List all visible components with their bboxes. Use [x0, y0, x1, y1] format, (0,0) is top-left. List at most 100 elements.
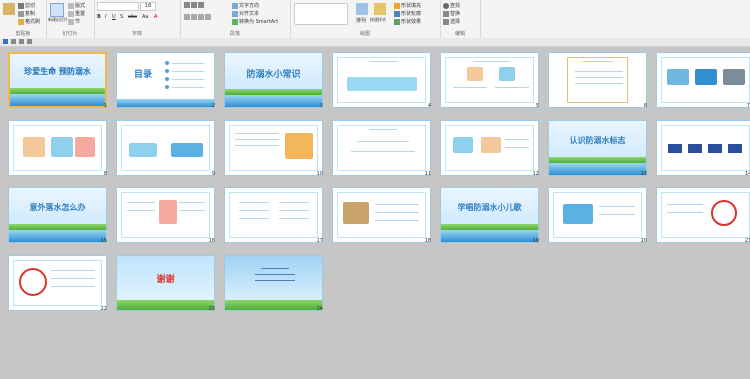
- slide-number: 4: [427, 103, 431, 109]
- slides-label: 幻灯片: [62, 31, 78, 37]
- sign-image: [695, 69, 717, 85]
- save-icon[interactable]: [3, 39, 8, 44]
- warning-sign-icon: [667, 143, 683, 154]
- slide-thumbnail-10[interactable]: [224, 120, 323, 176]
- replace-icon: [443, 10, 449, 17]
- drawing-group: 排列 快速样式 形状填充 形状轮廓 形状效果 绘图: [290, 0, 441, 38]
- shape-effects-button[interactable]: 形状效果: [394, 18, 421, 25]
- slide-thumbnail-4[interactable]: [332, 52, 431, 108]
- slide-thumbnail-18[interactable]: [332, 187, 431, 243]
- layout-icon: [68, 2, 74, 9]
- copy-button[interactable]: 复制: [18, 10, 35, 17]
- slide-thumbnail-14[interactable]: [656, 120, 750, 176]
- indent-icon: [198, 2, 204, 8]
- bold-button[interactable]: B: [97, 14, 101, 20]
- arrange-icon[interactable]: [356, 3, 368, 15]
- align-text-icon: [232, 10, 238, 17]
- slide-thumbnail-20[interactable]: [548, 187, 647, 243]
- arrange-button[interactable]: 排列: [356, 17, 366, 24]
- new-slide-button[interactable]: 新建幻灯片: [48, 17, 68, 23]
- select-button[interactable]: 选择: [443, 18, 460, 25]
- slide-number: 1: [103, 103, 107, 109]
- slide-thumbnail-23[interactable]: 谢谢: [116, 255, 215, 311]
- slide-thumbnail-17[interactable]: [224, 187, 323, 243]
- quick-access-toolbar: [0, 38, 750, 47]
- section-icon: [68, 18, 74, 25]
- shapes-gallery[interactable]: [294, 3, 348, 25]
- slide-number: 17: [316, 238, 323, 244]
- children-image: [51, 137, 73, 157]
- slide-thumbnail-3[interactable]: 防溺水小常识: [224, 52, 323, 108]
- slide-thumbnail-8[interactable]: [8, 120, 107, 176]
- slide-thumbnail-19[interactable]: 学唱防溺水小儿歌: [440, 187, 539, 243]
- underline-button[interactable]: U: [112, 14, 116, 20]
- slide-thumbnail-9[interactable]: [116, 120, 215, 176]
- text-direction-button[interactable]: 文字方向: [232, 2, 259, 9]
- slide-number: 13: [640, 171, 647, 177]
- brush-icon: [18, 18, 24, 25]
- quick-styles-icon[interactable]: [374, 3, 386, 15]
- align-right-icon: [198, 14, 204, 20]
- bullets-button[interactable]: [184, 2, 205, 9]
- shadow-button[interactable]: S: [120, 14, 123, 20]
- find-button[interactable]: 查找: [443, 2, 460, 9]
- photo-image: [723, 69, 745, 85]
- swim-image: [171, 143, 203, 157]
- section-button[interactable]: 节: [68, 18, 80, 25]
- slide-title: 认识防溺水标志: [569, 135, 626, 145]
- slide-number: 18: [424, 238, 431, 244]
- slide-illustration: [285, 133, 313, 159]
- strikethrough-button[interactable]: abc: [128, 14, 137, 20]
- slide-thumbnail-1[interactable]: 珍爱生命 预防溺水: [8, 52, 107, 108]
- slide-thumbnail-6[interactable]: [548, 52, 647, 108]
- replace-button[interactable]: 替换: [443, 10, 460, 17]
- find-icon: [443, 2, 449, 9]
- font-name-select[interactable]: [97, 2, 139, 11]
- change-case-button[interactable]: Aa: [142, 14, 148, 20]
- no-swimming-sign-icon: [19, 268, 47, 296]
- slide-thumbnail-12[interactable]: [440, 120, 539, 176]
- slide-thumbnail-13[interactable]: 认识防溺水标志: [548, 120, 647, 176]
- customize-icon[interactable]: [27, 39, 32, 44]
- slide-thumbnail-16[interactable]: [116, 187, 215, 243]
- slide-thumbnail-2[interactable]: 目录: [116, 52, 215, 108]
- font-color-button[interactable]: A: [154, 14, 157, 20]
- align-buttons[interactable]: [184, 14, 212, 21]
- children-image: [75, 137, 95, 157]
- italic-button[interactable]: I: [105, 14, 106, 20]
- slide-thumbnail-21[interactable]: [656, 187, 750, 243]
- slide-number: 8: [103, 171, 107, 177]
- slide-number: 20: [640, 238, 647, 244]
- font-size-select[interactable]: 18: [140, 2, 156, 11]
- redo-icon[interactable]: [19, 39, 24, 44]
- warning-sign-icon: [687, 143, 703, 154]
- slide-number: 23: [208, 306, 215, 312]
- slide-thumbnail-22[interactable]: [8, 255, 107, 311]
- slide-thumbnail-15[interactable]: 意外落水怎么办: [8, 187, 107, 243]
- select-icon: [443, 18, 449, 25]
- undo-icon[interactable]: [11, 39, 16, 44]
- reset-button[interactable]: 重置: [68, 10, 85, 17]
- slide-number: 9: [211, 171, 215, 177]
- slide-number: 11: [424, 171, 431, 177]
- shape-fill-button[interactable]: 形状填充: [394, 2, 421, 9]
- scissors-icon: [18, 2, 24, 9]
- slide-thumbnail-24[interactable]: [224, 255, 323, 311]
- rescue-image: [343, 202, 369, 224]
- slide-number: 12: [532, 171, 539, 177]
- layout-button[interactable]: 版式: [68, 2, 85, 9]
- child-image: [467, 67, 483, 81]
- smartart-button[interactable]: 转换为 SmartArt: [232, 18, 278, 25]
- align-text-button[interactable]: 对齐文本: [232, 10, 259, 17]
- slide-thumbnail-7[interactable]: [656, 52, 750, 108]
- shape-outline-button[interactable]: 形状轮廓: [394, 10, 421, 17]
- paste-icon[interactable]: [3, 3, 15, 15]
- cut-button[interactable]: 剪切: [18, 2, 35, 9]
- format-painter-button[interactable]: 格式刷: [18, 18, 40, 25]
- slide-thumbnail-5[interactable]: [440, 52, 539, 108]
- slide-thumbnail-11[interactable]: [332, 120, 431, 176]
- effects-icon: [394, 18, 400, 25]
- quick-styles-button[interactable]: 快速样式: [370, 17, 386, 23]
- outline-icon: [394, 10, 400, 17]
- new-slide-icon[interactable]: [50, 3, 64, 17]
